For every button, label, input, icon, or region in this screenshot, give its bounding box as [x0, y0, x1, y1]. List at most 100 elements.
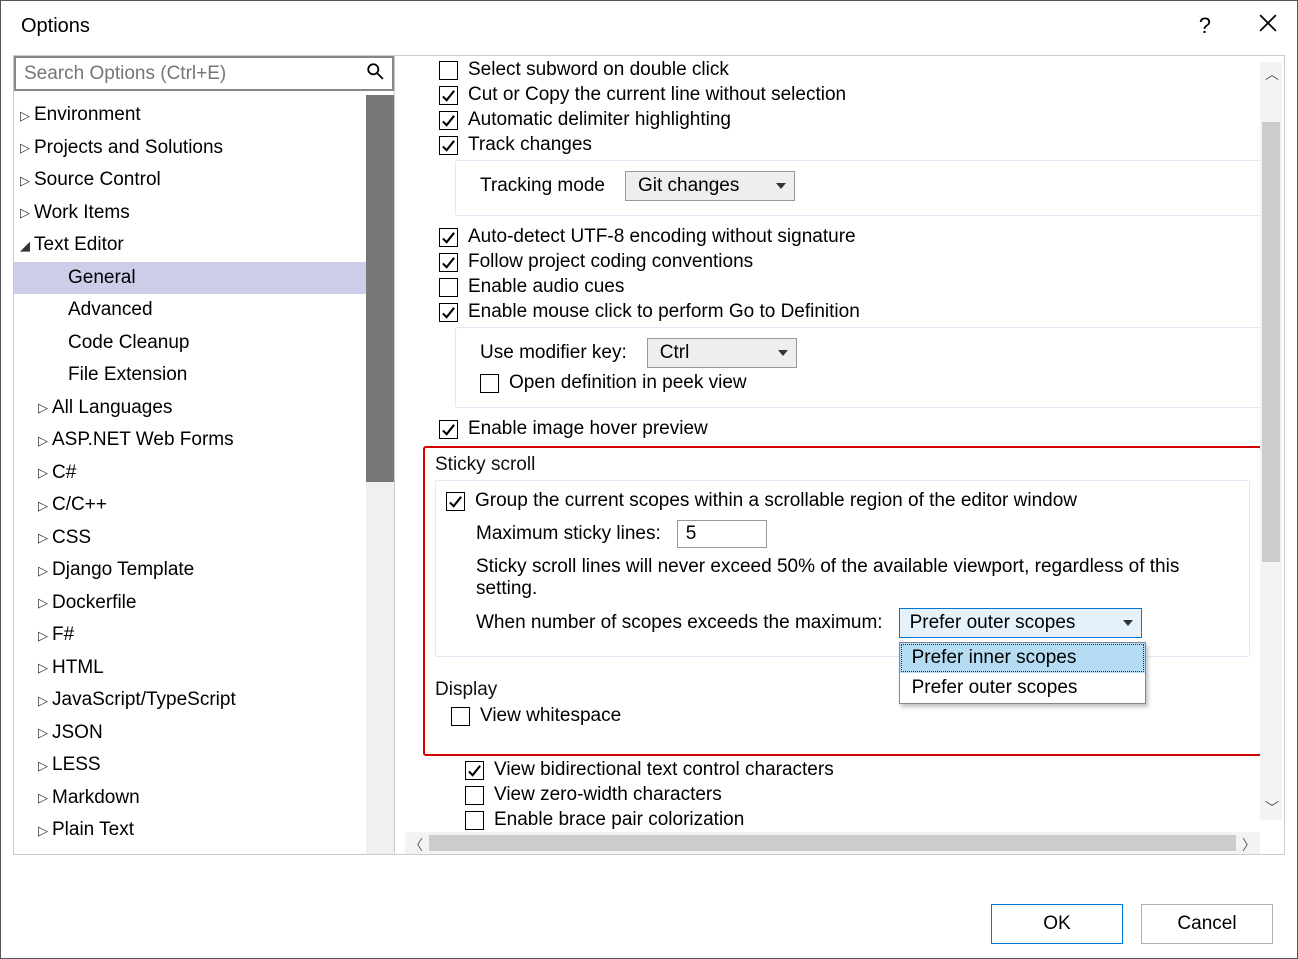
caret-right-icon[interactable]: ▷ [38, 593, 50, 613]
search-box[interactable] [14, 56, 394, 91]
tree-item[interactable]: ▷All Languages [14, 392, 366, 425]
opt-audio[interactable]: Enable audio cues [439, 276, 1262, 298]
opt-peek[interactable]: Open definition in peek view [480, 372, 1251, 394]
caret-right-icon[interactable]: ▷ [20, 171, 32, 191]
caret-right-icon[interactable]: ▷ [38, 463, 50, 483]
checkbox-icon[interactable] [465, 786, 484, 805]
scrollbar-thumb[interactable] [1262, 122, 1280, 562]
vertical-scrollbar[interactable]: ︿ ﹀ [1260, 62, 1282, 820]
checkbox-icon[interactable] [439, 86, 458, 105]
tree-item[interactable]: Code Cleanup [14, 327, 366, 360]
checkbox-icon[interactable] [465, 811, 484, 830]
tree-item[interactable]: ◢Text Editor [14, 229, 366, 262]
opt-delim[interactable]: Automatic delimiter highlighting [439, 109, 1262, 131]
tree-item[interactable]: File Extension [14, 359, 366, 392]
tree-item[interactable]: ▷C/C++ [14, 489, 366, 522]
caret-right-icon[interactable]: ▷ [38, 528, 50, 548]
close-icon[interactable] [1259, 14, 1277, 38]
search-input[interactable] [24, 63, 366, 85]
chevron-down-icon[interactable]: ﹀ [1265, 798, 1279, 818]
tree-item[interactable]: ▷Dockerfile [14, 587, 366, 620]
tree-item[interactable]: ▷Markdown [14, 782, 366, 815]
opt-label: Enable brace pair colorization [494, 809, 744, 831]
tree-item[interactable]: ▷ASP.NET Web Forms [14, 424, 366, 457]
scrollbar-thumb[interactable] [429, 835, 1236, 851]
chevron-up-icon[interactable]: ︿ [1265, 64, 1279, 84]
checkbox-icon[interactable] [439, 136, 458, 155]
ok-button[interactable]: OK [991, 904, 1123, 944]
checkbox-icon[interactable] [439, 303, 458, 322]
caret-right-icon[interactable]: ▷ [38, 561, 50, 581]
tree-item[interactable]: ▷Source Control [14, 164, 366, 197]
tree-item[interactable]: ▷C# [14, 457, 366, 490]
tree-item[interactable]: ▷Projects and Solutions [14, 132, 366, 165]
max-sticky-input[interactable] [677, 520, 767, 548]
checkbox-icon[interactable] [439, 278, 458, 297]
opt-brace[interactable]: Enable brace pair colorization [465, 809, 1262, 831]
checkbox-icon[interactable] [480, 374, 499, 393]
opt-cutcopy[interactable]: Cut or Copy the current line without sel… [439, 84, 1262, 106]
modifier-select[interactable]: Ctrl [647, 338, 797, 368]
opt-conventions[interactable]: Follow project coding conventions [439, 251, 1262, 273]
caret-right-icon[interactable]: ▷ [38, 431, 50, 451]
opt-sticky-group[interactable]: Group the current scopes within a scroll… [446, 490, 1239, 512]
tree-item[interactable]: ▷JavaScript/TypeScript [14, 684, 366, 717]
search-icon[interactable] [366, 62, 384, 85]
checkbox-icon[interactable] [439, 228, 458, 247]
caret-right-icon[interactable]: ▷ [38, 626, 50, 646]
opt-subword[interactable]: Select subword on double click [439, 59, 1262, 81]
caret-right-icon[interactable]: ▷ [38, 658, 50, 678]
opt-autodetect[interactable]: Auto-detect UTF-8 encoding without signa… [439, 226, 1262, 248]
tree-item[interactable]: ▷Environment [14, 99, 366, 132]
tree-item[interactable]: ▷F# [14, 619, 366, 652]
scopes-select[interactable]: Prefer outer scopes [899, 608, 1142, 638]
caret-right-icon[interactable]: ▷ [38, 853, 50, 854]
horizontal-scrollbar[interactable]: 〈 〉 [405, 832, 1260, 854]
caret-right-icon[interactable]: ▷ [38, 723, 50, 743]
caret-right-icon[interactable]: ▷ [38, 756, 50, 776]
tree-item[interactable]: ▷Python [14, 847, 366, 855]
help-icon[interactable]: ? [1199, 13, 1211, 39]
tree-item[interactable]: ▷CSS [14, 522, 366, 555]
cancel-button[interactable]: Cancel [1141, 904, 1273, 944]
checkbox-icon[interactable] [439, 420, 458, 439]
tracking-mode-select[interactable]: Git changes [625, 171, 795, 201]
caret-right-icon[interactable]: ▷ [20, 138, 32, 158]
caret-right-icon[interactable]: ▷ [38, 398, 50, 418]
checkbox-icon[interactable] [439, 111, 458, 130]
caret-right-icon[interactable]: ▷ [38, 788, 50, 808]
opt-whitespace[interactable]: View whitespace [451, 705, 1260, 727]
checkbox-icon[interactable] [439, 253, 458, 272]
tree-item[interactable]: ▷Work Items [14, 197, 366, 230]
opt-imagehover[interactable]: Enable image hover preview [439, 418, 1262, 440]
caret-down-icon[interactable]: ◢ [20, 236, 32, 256]
caret-right-icon[interactable]: ▷ [38, 821, 50, 841]
opt-track[interactable]: Track changes [439, 134, 1262, 156]
checkbox-icon[interactable] [451, 707, 470, 726]
checkbox-icon[interactable] [439, 61, 458, 80]
tree-item[interactable]: ▷Django Template [14, 554, 366, 587]
caret-right-icon[interactable]: ▷ [20, 106, 32, 126]
checkbox-icon[interactable] [465, 761, 484, 780]
caret-right-icon[interactable]: ▷ [38, 691, 50, 711]
opt-gotodef[interactable]: Enable mouse click to perform Go to Defi… [439, 301, 1262, 323]
scopes-option-inner[interactable]: Prefer inner scopes [900, 643, 1145, 673]
opt-zero[interactable]: View zero-width characters [465, 784, 1262, 806]
scopes-dropdown[interactable]: Prefer inner scopes Prefer outer scopes [899, 642, 1146, 704]
opt-label: View zero-width characters [494, 784, 722, 806]
tree-item[interactable]: ▷Plain Text [14, 814, 366, 847]
chevron-right-icon[interactable]: 〉 [1242, 835, 1256, 855]
opt-bidi[interactable]: View bidirectional text control characte… [465, 759, 1262, 781]
checkbox-icon[interactable] [446, 492, 465, 511]
sticky-scroll-title: Sticky scroll [425, 454, 1260, 476]
tree-item[interactable]: ▷HTML [14, 652, 366, 685]
chevron-left-icon[interactable]: 〈 [409, 835, 423, 855]
scopes-option-outer[interactable]: Prefer outer scopes [900, 673, 1145, 703]
tree-scrollbar[interactable]: ▷Environment▷Projects and Solutions▷Sour… [14, 95, 394, 854]
caret-right-icon[interactable]: ▷ [20, 203, 32, 223]
tree-item[interactable]: ▷LESS [14, 749, 366, 782]
caret-right-icon[interactable]: ▷ [38, 496, 50, 516]
tree-item[interactable]: ▷JSON [14, 717, 366, 750]
tree-item[interactable]: Advanced [14, 294, 366, 327]
tree-item[interactable]: General [14, 262, 366, 295]
